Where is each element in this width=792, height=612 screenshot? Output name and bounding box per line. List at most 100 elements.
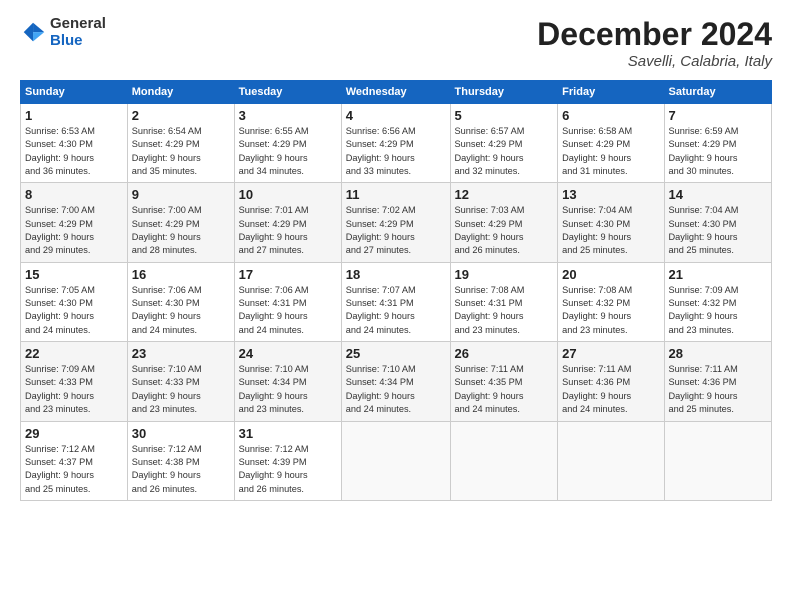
day-number: 12 [455,187,554,202]
day-number: 16 [132,267,230,282]
day-detail: Sunrise: 7:09 AM Sunset: 4:33 PM Dayligh… [25,364,95,414]
calendar-cell-9: 9 Sunrise: 7:00 AM Sunset: 4:29 PM Daylig… [127,183,234,262]
day-detail: Sunrise: 7:11 AM Sunset: 4:36 PM Dayligh… [669,364,738,414]
calendar-cell-17: 17 Sunrise: 7:06 AM Sunset: 4:31 PM Dayli… [234,262,341,341]
day-detail: Sunrise: 6:55 AM Sunset: 4:29 PM Dayligh… [239,126,309,176]
day-number: 19 [455,267,554,282]
calendar-cell-19: 19 Sunrise: 7:08 AM Sunset: 4:31 PM Dayli… [450,262,558,341]
calendar-cell-30: 30Sunrise: 7:12 AM Sunset: 4:38 PM Dayli… [127,421,234,500]
day-number: 22 [25,346,123,361]
day-detail: Sunrise: 7:04 AM Sunset: 4:30 PM Dayligh… [669,205,739,255]
calendar-cell-22: 22 Sunrise: 7:09 AM Sunset: 4:33 PM Dayli… [21,342,128,421]
day-detail: Sunrise: 7:07 AM Sunset: 4:31 PM Dayligh… [346,285,416,335]
calendar-cell-28: 28 Sunrise: 7:11 AM Sunset: 4:36 PM Dayli… [664,342,772,421]
day-detail: Sunrise: 7:03 AM Sunset: 4:29 PM Dayligh… [455,205,525,255]
empty-cell [558,421,664,500]
day-detail: Sunrise: 7:00 AM Sunset: 4:29 PM Dayligh… [132,205,202,255]
calendar-cell-11: 11Sunrise: 7:02 AM Sunset: 4:29 PM Dayli… [341,183,450,262]
calendar-cell-29: 29 Sunrise: 7:12 AM Sunset: 4:37 PM Dayli… [21,421,128,500]
calendar-cell-15: 15Sunrise: 7:05 AM Sunset: 4:30 PM Dayli… [21,262,128,341]
day-detail: Sunrise: 7:06 AM Sunset: 4:31 PM Dayligh… [239,285,309,335]
weekday-header-sunday: Sunday [21,81,128,104]
day-detail: Sunrise: 7:00 AM Sunset: 4:29 PM Dayligh… [25,205,95,255]
day-number: 7 [669,108,768,123]
month-title: December 2024 [537,16,772,53]
day-number: 27 [562,346,659,361]
calendar-cell-10: 10 Sunrise: 7:01 AM Sunset: 4:29 PM Dayli… [234,183,341,262]
day-detail: Sunrise: 7:10 AM Sunset: 4:34 PM Dayligh… [346,364,416,414]
day-number: 1 [25,108,123,123]
weekday-header-thursday: Thursday [450,81,558,104]
logo-text: General Blue [50,16,106,49]
day-detail: Sunrise: 7:10 AM Sunset: 4:34 PM Dayligh… [239,364,309,414]
day-number: 18 [346,267,446,282]
day-detail: Sunrise: 7:09 AM Sunset: 4:32 PM Dayligh… [669,285,739,335]
calendar-cell-31: 31 Sunrise: 7:12 AM Sunset: 4:39 PM Dayli… [234,421,341,500]
calendar-cell-23: 23 Sunrise: 7:10 AM Sunset: 4:33 PM Dayli… [127,342,234,421]
location-subtitle: Savelli, Calabria, Italy [537,53,772,70]
calendar-page: General Blue December 2024 Savelli, Cala… [0,0,792,511]
calendar-cell-6: 6Sunrise: 6:58 AM Sunset: 4:29 PM Daylig… [558,104,664,183]
day-detail: Sunrise: 7:04 AM Sunset: 4:30 PM Dayligh… [562,205,632,255]
calendar-cell-18: 18 Sunrise: 7:07 AM Sunset: 4:31 PM Dayli… [341,262,450,341]
empty-cell [664,421,772,500]
calendar-cell-13: 13 Sunrise: 7:04 AM Sunset: 4:30 PM Dayli… [558,183,664,262]
day-detail: Sunrise: 6:58 AM Sunset: 4:29 PM Dayligh… [562,126,632,176]
day-number: 29 [25,426,123,441]
day-number: 17 [239,267,337,282]
day-number: 24 [239,346,337,361]
day-number: 23 [132,346,230,361]
day-detail: Sunrise: 6:54 AM Sunset: 4:29 PM Dayligh… [132,126,202,176]
day-number: 21 [669,267,768,282]
day-detail: Sunrise: 7:05 AM Sunset: 4:30 PM Dayligh… [25,285,95,335]
weekday-header-saturday: Saturday [664,81,772,104]
day-detail: Sunrise: 7:06 AM Sunset: 4:30 PM Dayligh… [132,285,202,335]
day-detail: Sunrise: 7:12 AM Sunset: 4:39 PM Dayligh… [239,444,309,494]
calendar-cell-12: 12 Sunrise: 7:03 AM Sunset: 4:29 PM Dayli… [450,183,558,262]
day-detail: Sunrise: 7:11 AM Sunset: 4:36 PM Dayligh… [562,364,631,414]
day-detail: Sunrise: 7:08 AM Sunset: 4:31 PM Dayligh… [455,285,525,335]
day-detail: Sunrise: 7:10 AM Sunset: 4:33 PM Dayligh… [132,364,202,414]
empty-cell [450,421,558,500]
day-detail: Sunrise: 6:57 AM Sunset: 4:29 PM Dayligh… [455,126,525,176]
day-number: 25 [346,346,446,361]
header: General Blue December 2024 Savelli, Cala… [20,16,772,70]
weekday-header-monday: Monday [127,81,234,104]
empty-cell [341,421,450,500]
calendar-cell-3: 3 Sunrise: 6:55 AM Sunset: 4:29 PM Daylig… [234,104,341,183]
day-number: 26 [455,346,554,361]
day-detail: Sunrise: 7:12 AM Sunset: 4:38 PM Dayligh… [132,444,202,494]
calendar-cell-7: 7 Sunrise: 6:59 AM Sunset: 4:29 PM Daylig… [664,104,772,183]
day-number: 13 [562,187,659,202]
day-number: 9 [132,187,230,202]
calendar-cell-5: 5Sunrise: 6:57 AM Sunset: 4:29 PM Daylig… [450,104,558,183]
day-number: 10 [239,187,337,202]
calendar-cell-20: 20Sunrise: 7:08 AM Sunset: 4:32 PM Dayli… [558,262,664,341]
calendar-cell-25: 25 Sunrise: 7:10 AM Sunset: 4:34 PM Dayli… [341,342,450,421]
calendar-table: SundayMondayTuesdayWednesdayThursdayFrid… [20,80,772,501]
day-number: 28 [669,346,768,361]
day-number: 11 [346,187,446,202]
calendar-cell-4: 4Sunrise: 6:56 AM Sunset: 4:29 PM Daylig… [341,104,450,183]
calendar-cell-1: 1 Sunrise: 6:53 AM Sunset: 4:30 PM Daylig… [21,104,128,183]
day-number: 4 [346,108,446,123]
day-detail: Sunrise: 7:01 AM Sunset: 4:29 PM Dayligh… [239,205,309,255]
calendar-cell-26: 26 Sunrise: 7:11 AM Sunset: 4:35 PM Dayli… [450,342,558,421]
day-detail: Sunrise: 7:12 AM Sunset: 4:37 PM Dayligh… [25,444,95,494]
day-number: 3 [239,108,337,123]
day-number: 31 [239,426,337,441]
day-detail: Sunrise: 6:53 AM Sunset: 4:30 PM Dayligh… [25,126,95,176]
day-number: 14 [669,187,768,202]
day-detail: Sunrise: 6:59 AM Sunset: 4:29 PM Dayligh… [669,126,739,176]
calendar-cell-16: 16 Sunrise: 7:06 AM Sunset: 4:30 PM Dayli… [127,262,234,341]
day-number: 20 [562,267,659,282]
calendar-cell-24: 24 Sunrise: 7:10 AM Sunset: 4:34 PM Dayli… [234,342,341,421]
weekday-header-friday: Friday [558,81,664,104]
day-detail: Sunrise: 7:11 AM Sunset: 4:35 PM Dayligh… [455,364,524,414]
calendar-cell-21: 21 Sunrise: 7:09 AM Sunset: 4:32 PM Dayli… [664,262,772,341]
title-area: December 2024 Savelli, Calabria, Italy [537,16,772,70]
calendar-cell-8: 8 Sunrise: 7:00 AM Sunset: 4:29 PM Daylig… [21,183,128,262]
calendar-cell-14: 14 Sunrise: 7:04 AM Sunset: 4:30 PM Dayli… [664,183,772,262]
weekday-header-tuesday: Tuesday [234,81,341,104]
day-number: 8 [25,187,123,202]
